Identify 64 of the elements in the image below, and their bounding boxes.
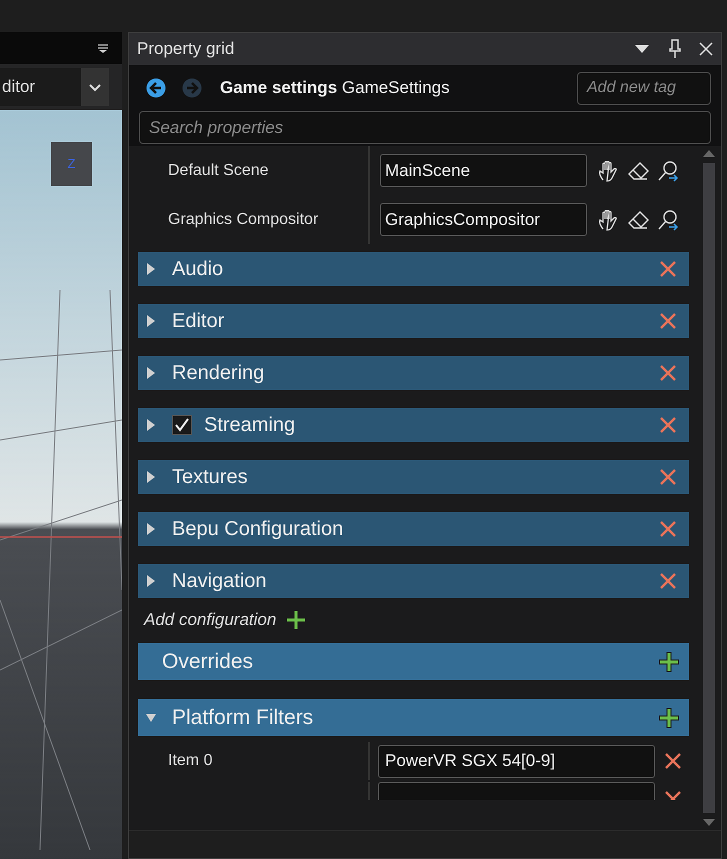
configuration-label: Editor	[172, 309, 226, 334]
expand-arrow-icon[interactable]	[146, 367, 156, 379]
configuration-header[interactable]: Textures	[138, 460, 689, 494]
configuration-header[interactable]: Streaming	[138, 408, 689, 442]
editor-dropdown[interactable]: ditor	[0, 68, 81, 106]
expand-arrow-icon[interactable]	[146, 315, 156, 327]
configuration-label: Streaming	[204, 413, 296, 438]
platform-filters-label: Platform Filters	[172, 704, 314, 731]
overrides-label: Overrides	[162, 648, 254, 675]
tag-input[interactable]: Add new tag	[577, 72, 711, 104]
chevron-down-icon[interactable]	[88, 82, 102, 92]
scroll-down-icon[interactable]	[703, 819, 715, 826]
configuration-label: Audio	[172, 257, 224, 282]
scroll-up-icon[interactable]	[703, 150, 715, 157]
eraser-icon[interactable]	[627, 160, 649, 180]
expand-arrow-icon[interactable]	[146, 523, 156, 535]
hand-icon[interactable]	[597, 208, 619, 230]
platform-filters-header[interactable]: Platform Filters	[138, 699, 689, 736]
configuration-label: Navigation	[172, 569, 268, 594]
checkbox[interactable]	[172, 415, 192, 435]
remove-icon[interactable]	[659, 468, 677, 486]
property-value-field[interactable]: MainScene	[380, 154, 587, 187]
object-title: Game settings GameSettings	[220, 77, 451, 100]
remove-icon[interactable]	[664, 752, 682, 770]
property-label: Default Scene	[167, 160, 270, 180]
expand-arrow-icon[interactable]	[146, 471, 156, 483]
configuration-header[interactable]: Rendering	[138, 356, 689, 390]
search-field[interactable]: Search properties	[139, 111, 711, 144]
configuration-label: Bepu Configuration	[172, 517, 344, 542]
add-icon[interactable]	[657, 706, 681, 730]
collapse-arrow-icon[interactable]	[146, 712, 156, 724]
overrides-header[interactable]: Overrides	[138, 643, 689, 680]
expand-arrow-icon[interactable]	[146, 575, 156, 587]
remove-icon[interactable]	[659, 312, 677, 330]
configuration-header[interactable]: Bepu Configuration	[138, 512, 689, 546]
configuration-header[interactable]: Audio	[138, 252, 689, 286]
remove-icon[interactable]	[659, 572, 677, 590]
close-icon[interactable]	[699, 42, 713, 56]
configuration-label: Rendering	[172, 361, 266, 386]
add-configuration-label[interactable]: Add configuration	[144, 607, 276, 633]
remove-icon[interactable]	[659, 260, 677, 278]
expand-arrow-icon[interactable]	[146, 419, 156, 431]
remove-icon[interactable]	[659, 416, 677, 434]
property-value-field[interactable]: GraphicsCompositor	[380, 203, 587, 236]
add-icon[interactable]	[657, 650, 681, 674]
expand-arrow-icon[interactable]	[146, 263, 156, 275]
search-icon[interactable]	[657, 160, 679, 182]
menu-icon[interactable]	[98, 44, 108, 52]
eraser-icon[interactable]	[627, 210, 649, 230]
pin-icon[interactable]	[669, 39, 681, 59]
panel-title: Property grid	[137, 38, 236, 60]
configuration-header[interactable]: Navigation	[138, 564, 689, 598]
configuration-label: Textures	[172, 465, 249, 490]
item-value-field[interactable]: PowerVR SGX 54[0-9]	[378, 744, 655, 778]
search-icon[interactable]	[657, 208, 679, 230]
hand-icon[interactable]	[597, 160, 619, 182]
scroll-thumb[interactable]	[703, 163, 715, 813]
item-label: Item 0	[167, 751, 214, 771]
remove-icon[interactable]	[659, 364, 677, 382]
configuration-header[interactable]: Editor	[138, 304, 689, 338]
remove-icon[interactable]	[659, 520, 677, 538]
checkmark-icon	[175, 418, 189, 432]
dropdown-arrow-icon[interactable]	[635, 45, 649, 53]
property-label: Graphics Compositor	[167, 210, 320, 230]
